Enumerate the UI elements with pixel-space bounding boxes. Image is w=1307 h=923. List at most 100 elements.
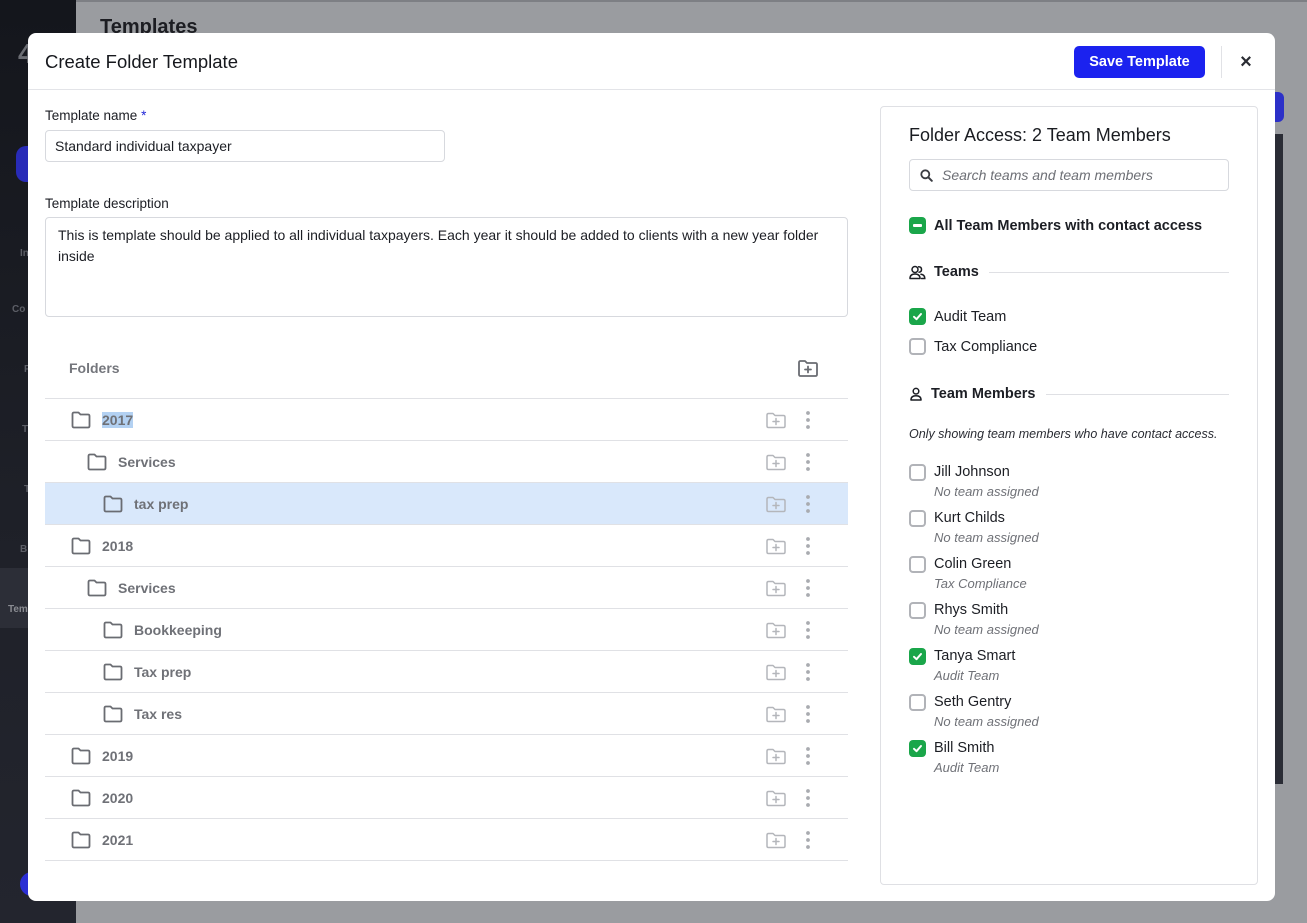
folder-name[interactable]: Bookkeeping [134, 622, 222, 638]
background-scrollbar [1274, 134, 1283, 784]
add-subfolder-icon[interactable] [765, 537, 787, 555]
member-name: Jill Johnson [934, 464, 1010, 480]
teams-divider [988, 271, 1229, 273]
member-team: Tax Compliance [934, 576, 1027, 591]
folder-row[interactable]: Services [45, 441, 848, 483]
add-root-folder-icon[interactable] [797, 358, 819, 378]
member-team: Audit Team [934, 760, 1000, 775]
folder-name[interactable]: Tax prep [134, 664, 191, 680]
folder-row[interactable]: 2020 [45, 777, 848, 819]
kebab-menu-icon[interactable] [802, 410, 814, 430]
add-subfolder-icon[interactable] [765, 411, 787, 429]
template-name-label-text: Template name [45, 108, 138, 123]
member-checkbox[interactable] [909, 648, 926, 665]
close-icon[interactable]: × [1234, 50, 1258, 74]
add-subfolder-icon[interactable] [765, 579, 787, 597]
folder-name[interactable]: 2020 [102, 790, 133, 806]
modal-header: Create Folder Template Save Template × [28, 33, 1275, 90]
add-subfolder-icon[interactable] [765, 453, 787, 471]
search-teams-input[interactable] [942, 164, 1222, 186]
folder-name[interactable]: Tax res [134, 706, 182, 722]
all-members-label: All Team Members with contact access [934, 218, 1203, 234]
folder-row[interactable]: 2021 [45, 819, 848, 861]
add-subfolder-icon[interactable] [765, 831, 787, 849]
member-name: Colin Green [934, 556, 1012, 572]
folder-row[interactable]: Bookkeeping [45, 609, 848, 651]
folder-row[interactable]: 2017 [45, 399, 848, 441]
add-subfolder-icon[interactable] [765, 663, 787, 681]
add-subfolder-icon[interactable] [765, 747, 787, 765]
member-checkbox[interactable] [909, 740, 926, 757]
folder-name[interactable]: Services [118, 580, 176, 596]
check-icon [913, 653, 922, 661]
teams-section-header: Teams [909, 262, 1229, 282]
folder-row[interactable]: Services [45, 567, 848, 609]
folder-name[interactable]: 2021 [102, 832, 133, 848]
add-subfolder-icon[interactable] [765, 789, 787, 807]
kebab-menu-icon[interactable] [802, 620, 814, 640]
kebab-menu-icon[interactable] [802, 746, 814, 766]
add-subfolder-icon[interactable] [765, 705, 787, 723]
add-subfolder-icon[interactable] [765, 495, 787, 513]
member-team: Audit Team [934, 668, 1000, 683]
search-teams-field[interactable] [909, 159, 1229, 191]
folder-icon [103, 495, 123, 512]
member-name: Seth Gentry [934, 694, 1012, 710]
all-members-checkbox[interactable] [909, 217, 926, 234]
folder-icon [87, 579, 107, 596]
required-mark: * [141, 108, 147, 123]
team-checkbox[interactable] [909, 338, 926, 355]
folder-name[interactable]: tax prep [134, 496, 188, 512]
kebab-menu-icon[interactable] [802, 578, 814, 598]
folder-row[interactable]: tax prep [45, 483, 848, 525]
kebab-menu-icon[interactable] [802, 662, 814, 682]
folder-row[interactable]: 2018 [45, 525, 848, 567]
template-description-input[interactable]: This is template should be applied to al… [45, 217, 848, 317]
folder-row[interactable]: Tax res [45, 693, 848, 735]
member-team: No team assigned [934, 622, 1039, 637]
member-team: No team assigned [934, 484, 1039, 499]
save-template-button[interactable]: Save Template [1074, 46, 1205, 78]
member-checkbox[interactable] [909, 602, 926, 619]
folders-title: Folders [69, 360, 120, 376]
folder-name[interactable]: 2018 [102, 538, 133, 554]
member-checkbox[interactable] [909, 556, 926, 573]
folders-tree: Folders 2017 Services tax prep 2018 Services… [45, 345, 848, 861]
team-label: Tax Compliance [934, 339, 1038, 355]
teams-heading: Teams [934, 264, 979, 280]
check-icon [913, 745, 922, 753]
member-name: Tanya Smart [934, 648, 1016, 664]
folder-icon [71, 747, 91, 764]
folder-name[interactable]: Services [118, 454, 176, 470]
kebab-menu-icon[interactable] [802, 452, 814, 472]
background-topbar [76, 0, 1307, 2]
folder-icon [87, 453, 107, 470]
folders-header: Folders [45, 345, 848, 399]
folder-name[interactable]: 2019 [102, 748, 133, 764]
member-team: No team assigned [934, 530, 1039, 545]
kebab-menu-icon[interactable] [802, 536, 814, 556]
folder-icon [71, 537, 91, 554]
folder-icon [103, 621, 123, 638]
kebab-menu-icon[interactable] [802, 704, 814, 724]
background-nav-label: Tem [8, 604, 28, 615]
members-note: Only showing team members who have conta… [909, 427, 1218, 441]
folder-name[interactable]: 2017 [102, 411, 134, 428]
header-divider [1221, 46, 1222, 78]
template-name-input[interactable] [45, 130, 445, 162]
team-label: Audit Team [934, 309, 1007, 325]
kebab-menu-icon[interactable] [802, 788, 814, 808]
kebab-menu-icon[interactable] [802, 830, 814, 850]
folder-row[interactable]: Tax prep [45, 651, 848, 693]
folder-icon [103, 663, 123, 680]
add-subfolder-icon[interactable] [765, 621, 787, 639]
member-name: Bill Smith [934, 740, 995, 756]
folder-row[interactable]: 2019 [45, 735, 848, 777]
members-divider [1045, 393, 1229, 395]
member-checkbox[interactable] [909, 694, 926, 711]
kebab-menu-icon[interactable] [802, 494, 814, 514]
members-heading: Team Members [931, 386, 1036, 402]
member-checkbox[interactable] [909, 464, 926, 481]
member-checkbox[interactable] [909, 510, 926, 527]
team-checkbox[interactable] [909, 308, 926, 325]
